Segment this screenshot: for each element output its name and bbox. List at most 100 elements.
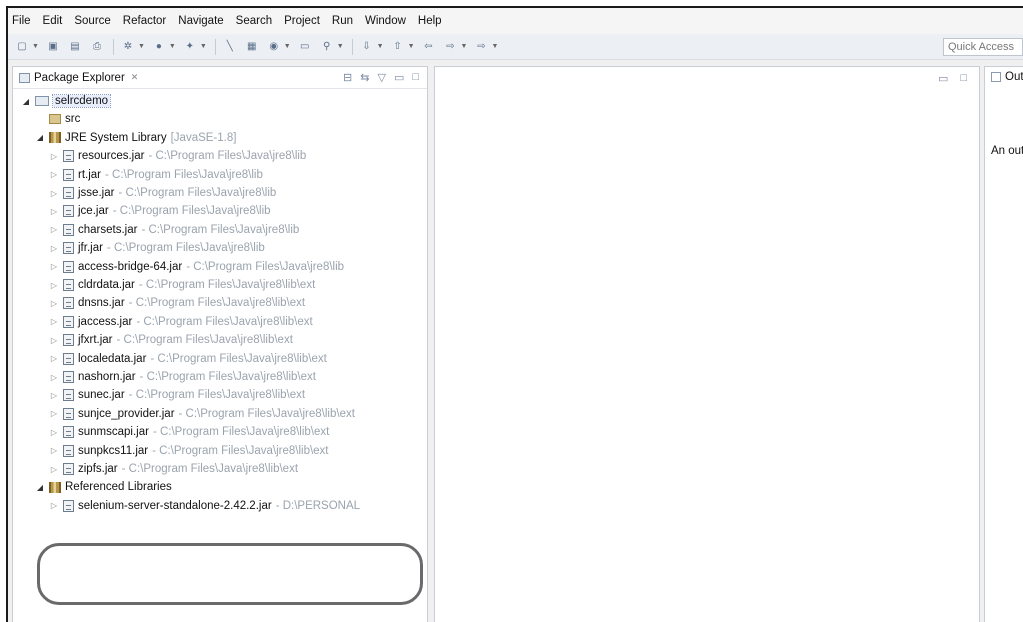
menu-source[interactable]: Source xyxy=(74,15,110,27)
collapsed-arrow-icon[interactable]: ▷ xyxy=(49,446,59,455)
new-icon[interactable]: ▢ xyxy=(14,40,30,54)
package-explorer-title[interactable]: Package Explorer xyxy=(34,72,125,84)
tree-item[interactable]: ◢ selrcdemo xyxy=(21,93,112,109)
tree-item-path: - C:\Program Files\Java\jre8\lib xyxy=(148,150,307,163)
collapsed-arrow-icon[interactable]: ▷ xyxy=(49,281,59,290)
expanded-arrow-icon[interactable]: ◢ xyxy=(35,483,45,492)
tree-item[interactable]: ▷ sunec.jar - C:\Program Files\Java\jre8\l… xyxy=(49,387,305,403)
dropdown-arrow-icon[interactable]: ▼ xyxy=(138,43,145,50)
next-annotation-icon[interactable]: ⇩ xyxy=(359,40,375,54)
tree-item[interactable]: ▷ localedata.jar - C:\Program Files\Java\j… xyxy=(49,351,327,367)
collapsed-arrow-icon[interactable]: ▷ xyxy=(49,170,59,179)
last-edit-icon[interactable]: ⇨ xyxy=(473,40,489,54)
menu-refactor[interactable]: Refactor xyxy=(123,15,166,27)
dropdown-arrow-icon[interactable]: ▼ xyxy=(200,43,207,50)
dropdown-arrow-icon[interactable]: ▼ xyxy=(491,43,498,50)
outline-title[interactable]: Outline xyxy=(991,71,1023,83)
tree-item[interactable]: ▷ jce.jar - C:\Program Files\Java\jre8\lib xyxy=(49,203,271,219)
save-icon[interactable]: ▣ xyxy=(45,40,61,54)
tree-item[interactable]: ▷ dnsns.jar - C:\Program Files\Java\jre8\l… xyxy=(49,295,305,311)
prev-annotation-icon[interactable]: ⇧ xyxy=(390,40,406,54)
collapse-all-icon[interactable]: ⊟ xyxy=(343,71,352,84)
open-type-icon[interactable]: ▦ xyxy=(244,40,260,54)
search-icon[interactable]: ⚲ xyxy=(319,40,335,54)
collapsed-arrow-icon[interactable]: ▷ xyxy=(49,428,59,437)
tree-item[interactable]: ◢ Referenced Libraries xyxy=(35,479,172,495)
collapsed-arrow-icon[interactable]: ▷ xyxy=(49,373,59,382)
view-menu-icon[interactable]: ▽ xyxy=(377,71,385,84)
run-icon[interactable]: ● xyxy=(151,40,167,54)
external-tools-icon[interactable]: ✦ xyxy=(182,40,198,54)
maximize-icon[interactable]: □ xyxy=(412,71,419,84)
tree-item[interactable]: ▷ nashorn.jar - C:\Program Files\Java\jre8… xyxy=(49,369,316,385)
collapsed-arrow-icon[interactable]: ▷ xyxy=(49,501,59,510)
menu-edit[interactable]: Edit xyxy=(43,15,63,27)
tree-item[interactable]: ▷ rt.jar - C:\Program Files\Java\jre8\lib xyxy=(49,167,263,183)
collapsed-arrow-icon[interactable]: ▷ xyxy=(49,317,59,326)
tree-item[interactable]: src xyxy=(35,111,80,127)
collapsed-arrow-icon[interactable]: ▷ xyxy=(49,244,59,253)
tree-item[interactable]: ▷ sunjce_provider.jar - C:\Program Files\J… xyxy=(49,406,355,422)
collapsed-arrow-icon[interactable]: ▷ xyxy=(49,225,59,234)
tree-item[interactable]: ▷ zipfs.jar - C:\Program Files\Java\jre8\l… xyxy=(49,461,298,477)
tree-item[interactable]: ▷ selenium-server-standalone-2.42.2.jar - … xyxy=(49,498,360,514)
toggle-mark-icon[interactable]: ╲ xyxy=(222,40,238,54)
tree-item[interactable]: ▷ jsse.jar - C:\Program Files\Java\jre8\li… xyxy=(49,185,276,201)
menu-window[interactable]: Window xyxy=(365,15,406,27)
tree-item[interactable]: ▷ jfxrt.jar - C:\Program Files\Java\jre8\l… xyxy=(49,332,293,348)
collapsed-arrow-icon[interactable]: ▷ xyxy=(49,465,59,474)
debug-icon[interactable]: ✲ xyxy=(120,40,136,54)
dropdown-arrow-icon[interactable]: ▼ xyxy=(169,43,176,50)
dropdown-arrow-icon[interactable]: ▼ xyxy=(461,43,468,50)
tree-item[interactable]: ▷ sunmscapi.jar - C:\Program Files\Java\jr… xyxy=(49,424,329,440)
tree-item-label: sunec.jar xyxy=(78,389,125,402)
tree-item[interactable]: ▷ resources.jar - C:\Program Files\Java\jr… xyxy=(49,148,306,164)
back-icon[interactable]: ⇦ xyxy=(421,40,437,54)
collapsed-arrow-icon[interactable]: ▷ xyxy=(49,189,59,198)
menu-search[interactable]: Search xyxy=(236,15,272,27)
dropdown-arrow-icon[interactable]: ▼ xyxy=(337,43,344,50)
tree-item[interactable]: ▷ charsets.jar - C:\Program Files\Java\jre… xyxy=(49,222,299,238)
tree-item[interactable]: ◢ JRE System Library [JavaSE-1.8] xyxy=(35,130,237,146)
collapsed-arrow-icon[interactable]: ▷ xyxy=(49,354,59,363)
save-all-icon[interactable]: ▤ xyxy=(67,40,83,54)
editor-area[interactable]: ▭ □ xyxy=(434,66,980,622)
collapsed-arrow-icon[interactable]: ▷ xyxy=(49,409,59,418)
dropdown-arrow-icon[interactable]: ▼ xyxy=(284,43,291,50)
expanded-arrow-icon[interactable]: ◢ xyxy=(21,97,31,106)
close-icon[interactable]: ✕ xyxy=(131,72,139,83)
tree-item[interactable]: ▷ cldrdata.jar - C:\Program Files\Java\jre… xyxy=(49,277,315,293)
menu-project[interactable]: Project xyxy=(284,15,320,27)
print-icon[interactable]: ⎙ xyxy=(89,40,105,54)
forward-icon[interactable]: ⇨ xyxy=(443,40,459,54)
open-folder-icon[interactable]: ▭ xyxy=(297,40,313,54)
collapsed-arrow-icon[interactable]: ▷ xyxy=(49,262,59,271)
dropdown-arrow-icon[interactable]: ▼ xyxy=(32,43,39,50)
minimize-icon[interactable]: ▭ xyxy=(938,72,948,85)
collapsed-arrow-icon[interactable]: ▷ xyxy=(49,336,59,345)
tree-item[interactable]: ▷ jaccess.jar - C:\Program Files\Java\jre8… xyxy=(49,314,313,330)
menu-file[interactable]: File xyxy=(12,15,31,27)
dropdown-arrow-icon[interactable]: ▼ xyxy=(377,43,384,50)
collapsed-arrow-icon[interactable]: ▷ xyxy=(49,207,59,216)
link-with-editor-icon[interactable]: ⇆ xyxy=(360,71,369,84)
tree-item[interactable]: ▷ sunpkcs11.jar - C:\Program Files\Java\jr… xyxy=(49,443,329,459)
maximize-icon[interactable]: □ xyxy=(960,72,967,85)
menu-help[interactable]: Help xyxy=(418,15,442,27)
collapsed-arrow-icon[interactable]: ▷ xyxy=(49,152,59,161)
tree-item-path: - C:\Program Files\Java\jre8\lib\ext xyxy=(152,444,329,457)
dropdown-arrow-icon[interactable]: ▼ xyxy=(408,43,415,50)
new-class-icon[interactable]: ◉ xyxy=(266,40,282,54)
expanded-arrow-icon[interactable]: ◢ xyxy=(35,133,45,142)
jar-icon xyxy=(63,205,74,218)
tree-item[interactable]: ▷ access-bridge-64.jar - C:\Program Files\… xyxy=(49,259,344,275)
menu-run[interactable]: Run xyxy=(332,15,353,27)
tree-item-path: - C:\Program Files\Java\jre8\lib xyxy=(112,205,271,218)
minimize-icon[interactable]: ▭ xyxy=(394,71,404,84)
menu-navigate[interactable]: Navigate xyxy=(178,15,223,27)
tree-item[interactable]: ▷ jfr.jar - C:\Program Files\Java\jre8\lib xyxy=(49,240,265,256)
collapsed-arrow-icon[interactable]: ▷ xyxy=(49,299,59,308)
jar-icon xyxy=(63,260,74,273)
quick-access-input[interactable]: Quick Access xyxy=(943,38,1023,56)
collapsed-arrow-icon[interactable]: ▷ xyxy=(49,391,59,400)
